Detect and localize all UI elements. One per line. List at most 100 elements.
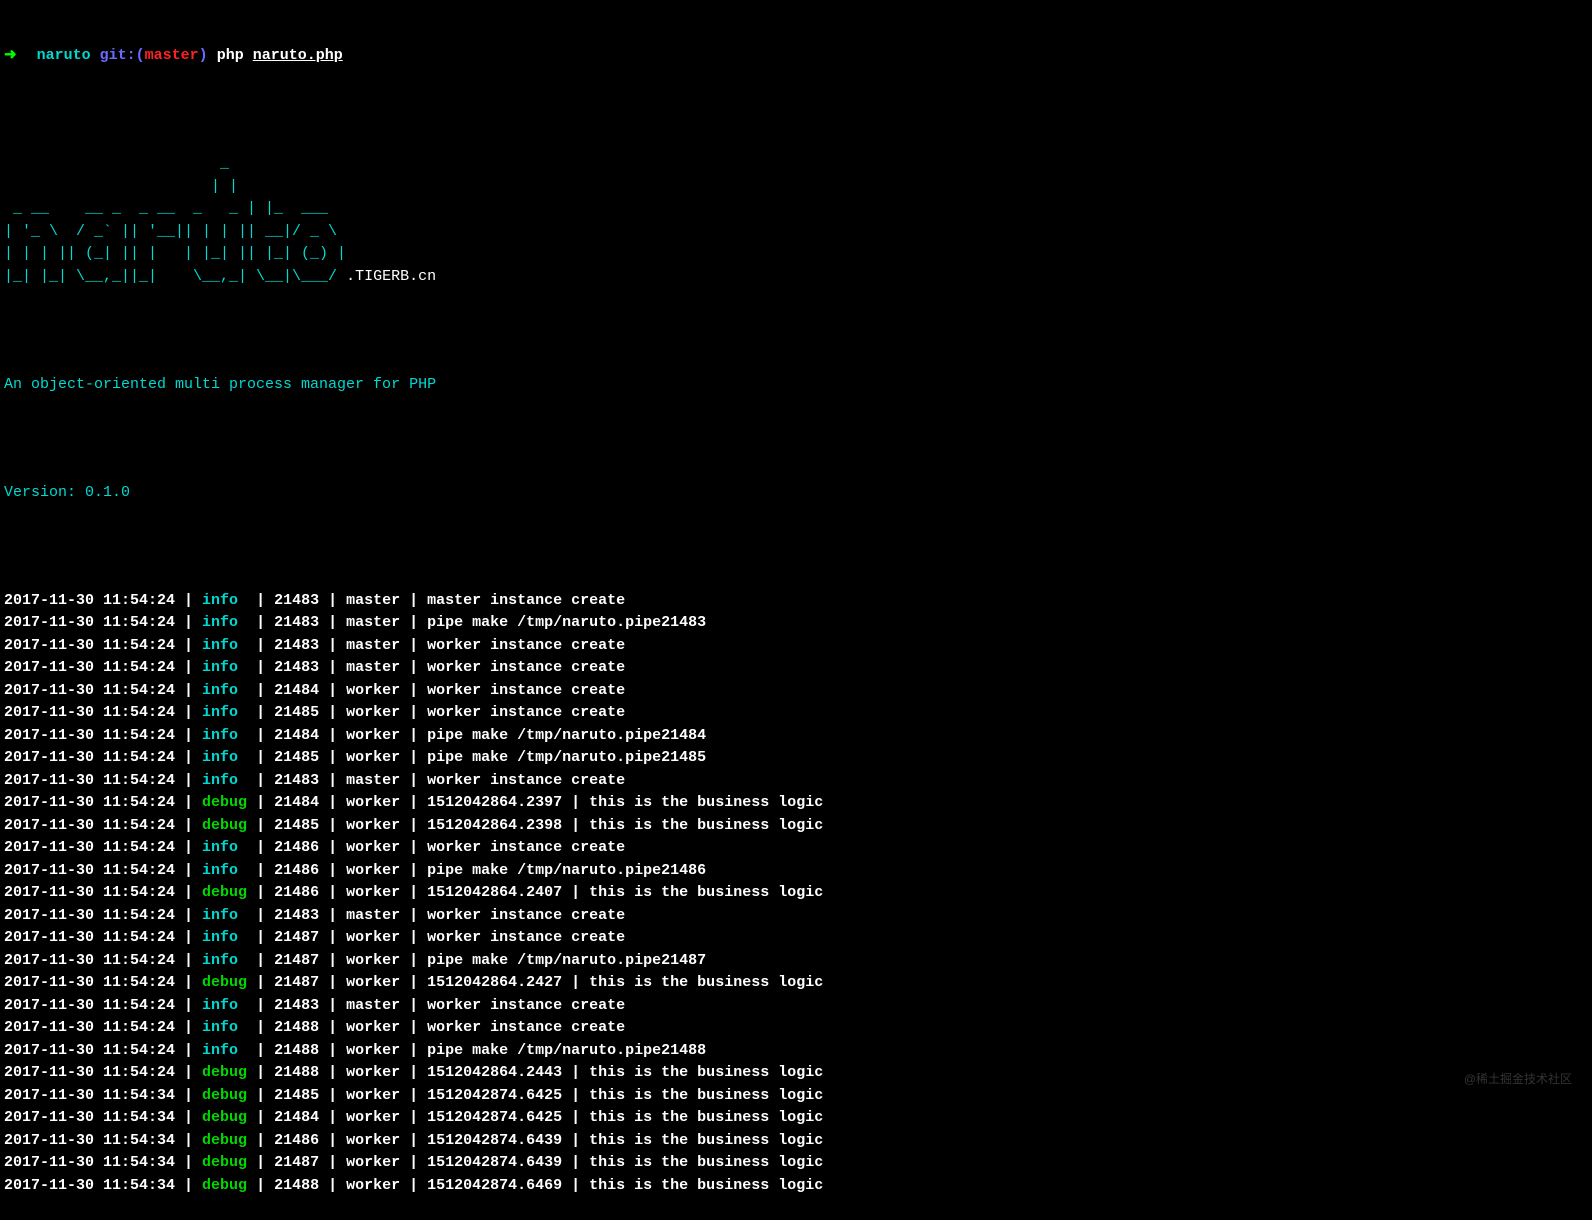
log-pid: 21484 [274,794,319,811]
log-level: info [202,772,247,789]
log-pid: 21487 [274,1154,319,1171]
log-ts: 2017-11-30 11:54:24 [4,1042,175,1059]
log-role: master [346,614,400,631]
log-ts: 2017-11-30 11:54:24 [4,592,175,609]
log-msg: pipe make /tmp/naruto.pipe21488 [427,1042,706,1059]
log-level: info [202,997,247,1014]
log-pid: 21487 [274,952,319,969]
log-role: master [346,907,400,924]
log-level: info [202,862,247,879]
log-level: info [202,1019,247,1036]
log-role: worker [346,884,400,901]
log-role: worker [346,1132,400,1149]
log-role: master [346,659,400,676]
log-pid: 21483 [274,659,319,676]
log-pid: 21483 [274,997,319,1014]
log-line: 2017-11-30 11:54:24 | info | 21486 | wor… [4,860,1592,883]
log-ts: 2017-11-30 11:54:24 [4,907,175,924]
log-role: worker [346,1087,400,1104]
log-level: debug [202,817,247,834]
log-line: 2017-11-30 11:54:34 | debug | 21486 | wo… [4,1130,1592,1153]
log-msg: pipe make /tmp/naruto.pipe21485 [427,749,706,766]
log-pid: 21484 [274,682,319,699]
log-line: 2017-11-30 11:54:24 | info | 21483 | mas… [4,635,1592,658]
log-ts: 2017-11-30 11:54:34 [4,1132,175,1149]
log-line: 2017-11-30 11:54:24 | debug | 21487 | wo… [4,972,1592,995]
log-ts: 2017-11-30 11:54:24 [4,997,175,1014]
log-role: worker [346,794,400,811]
log-pid: 21483 [274,772,319,789]
log-msg: 1512042864.2397 | this is the business l… [427,794,823,811]
log-pid: 21488 [274,1064,319,1081]
log-level: debug [202,1154,247,1171]
log-pid: 21485 [274,704,319,721]
log-role: worker [346,1154,400,1171]
log-line: 2017-11-30 11:54:24 | info | 21483 | mas… [4,905,1592,928]
git-label: git:( [100,47,145,64]
log-role: worker [346,839,400,856]
log-msg: 1512042874.6469 | this is the business l… [427,1177,823,1194]
log-pid: 21486 [274,1132,319,1149]
log-line: 2017-11-30 11:54:24 | info | 21488 | wor… [4,1040,1592,1063]
log-msg: 1512042864.2443 | this is the business l… [427,1064,823,1081]
log-msg: 1512042874.6425 | this is the business l… [427,1087,823,1104]
log-pid: 21483 [274,637,319,654]
log-ts: 2017-11-30 11:54:24 [4,749,175,766]
log-ts: 2017-11-30 11:54:24 [4,884,175,901]
log-line: 2017-11-30 11:54:34 | debug | 21484 | wo… [4,1107,1592,1130]
git-close: ) [199,47,208,64]
log-msg: worker instance create [427,839,625,856]
log-pid: 21483 [274,614,319,631]
log-msg: worker instance create [427,929,625,946]
log-line: 2017-11-30 11:54:24 | info | 21487 | wor… [4,927,1592,950]
log-role: worker [346,682,400,699]
log-level: debug [202,794,247,811]
log-level: info [202,682,247,699]
log-line: 2017-11-30 11:54:24 | info | 21487 | wor… [4,950,1592,973]
command-file: naruto.php [253,47,343,64]
log-line: 2017-11-30 11:54:24 | info | 21483 | mas… [4,657,1592,680]
log-pid: 21488 [274,1019,319,1036]
log-level: debug [202,974,247,991]
log-role: worker [346,817,400,834]
log-role: worker [346,929,400,946]
log-role: master [346,997,400,1014]
log-role: worker [346,862,400,879]
log-msg: master instance create [427,592,625,609]
log-msg: pipe make /tmp/naruto.pipe21486 [427,862,706,879]
log-msg: worker instance create [427,704,625,721]
log-role: worker [346,704,400,721]
log-ts: 2017-11-30 11:54:24 [4,614,175,631]
app-subtitle: An object-oriented multi process manager… [0,374,1592,397]
log-pid: 21488 [274,1042,319,1059]
log-level: info [202,839,247,856]
log-role: master [346,592,400,609]
log-line: 2017-11-30 11:54:24 | info | 21483 | mas… [4,770,1592,793]
log-line: 2017-11-30 11:54:34 | debug | 21485 | wo… [4,1085,1592,1108]
log-pid: 21486 [274,839,319,856]
log-ts: 2017-11-30 11:54:24 [4,1019,175,1036]
log-line: 2017-11-30 11:54:34 | debug | 21488 | wo… [4,1175,1592,1198]
git-branch: master [145,47,199,64]
version-line: Version: 0.1.0 [0,482,1592,505]
prompt-line: ➜ naruto git:(master) php naruto.php [0,45,1592,68]
log-msg: worker instance create [427,637,625,654]
log-line: 2017-11-30 11:54:24 | info | 21485 | wor… [4,747,1592,770]
log-ts: 2017-11-30 11:54:24 [4,1064,175,1081]
log-msg: 1512042864.2398 | this is the business l… [427,817,823,834]
log-pid: 21483 [274,907,319,924]
log-msg: pipe make /tmp/naruto.pipe21484 [427,727,706,744]
log-line: 2017-11-30 11:54:24 | info | 21483 | mas… [4,612,1592,635]
log-line: 2017-11-30 11:54:24 | info | 21483 | mas… [4,995,1592,1018]
log-level: info [202,929,247,946]
log-pid: 21486 [274,884,319,901]
log-msg: 1512042874.6439 | this is the business l… [427,1154,823,1171]
log-ts: 2017-11-30 11:54:24 [4,817,175,834]
log-role: worker [346,1042,400,1059]
log-level: info [202,952,247,969]
log-msg: 1512042874.6439 | this is the business l… [427,1132,823,1149]
watermark: @稀土掘金技术社区 [1464,1070,1572,1088]
log-msg: worker instance create [427,907,625,924]
log-line: 2017-11-30 11:54:24 | info | 21484 | wor… [4,725,1592,748]
log-pid: 21486 [274,862,319,879]
